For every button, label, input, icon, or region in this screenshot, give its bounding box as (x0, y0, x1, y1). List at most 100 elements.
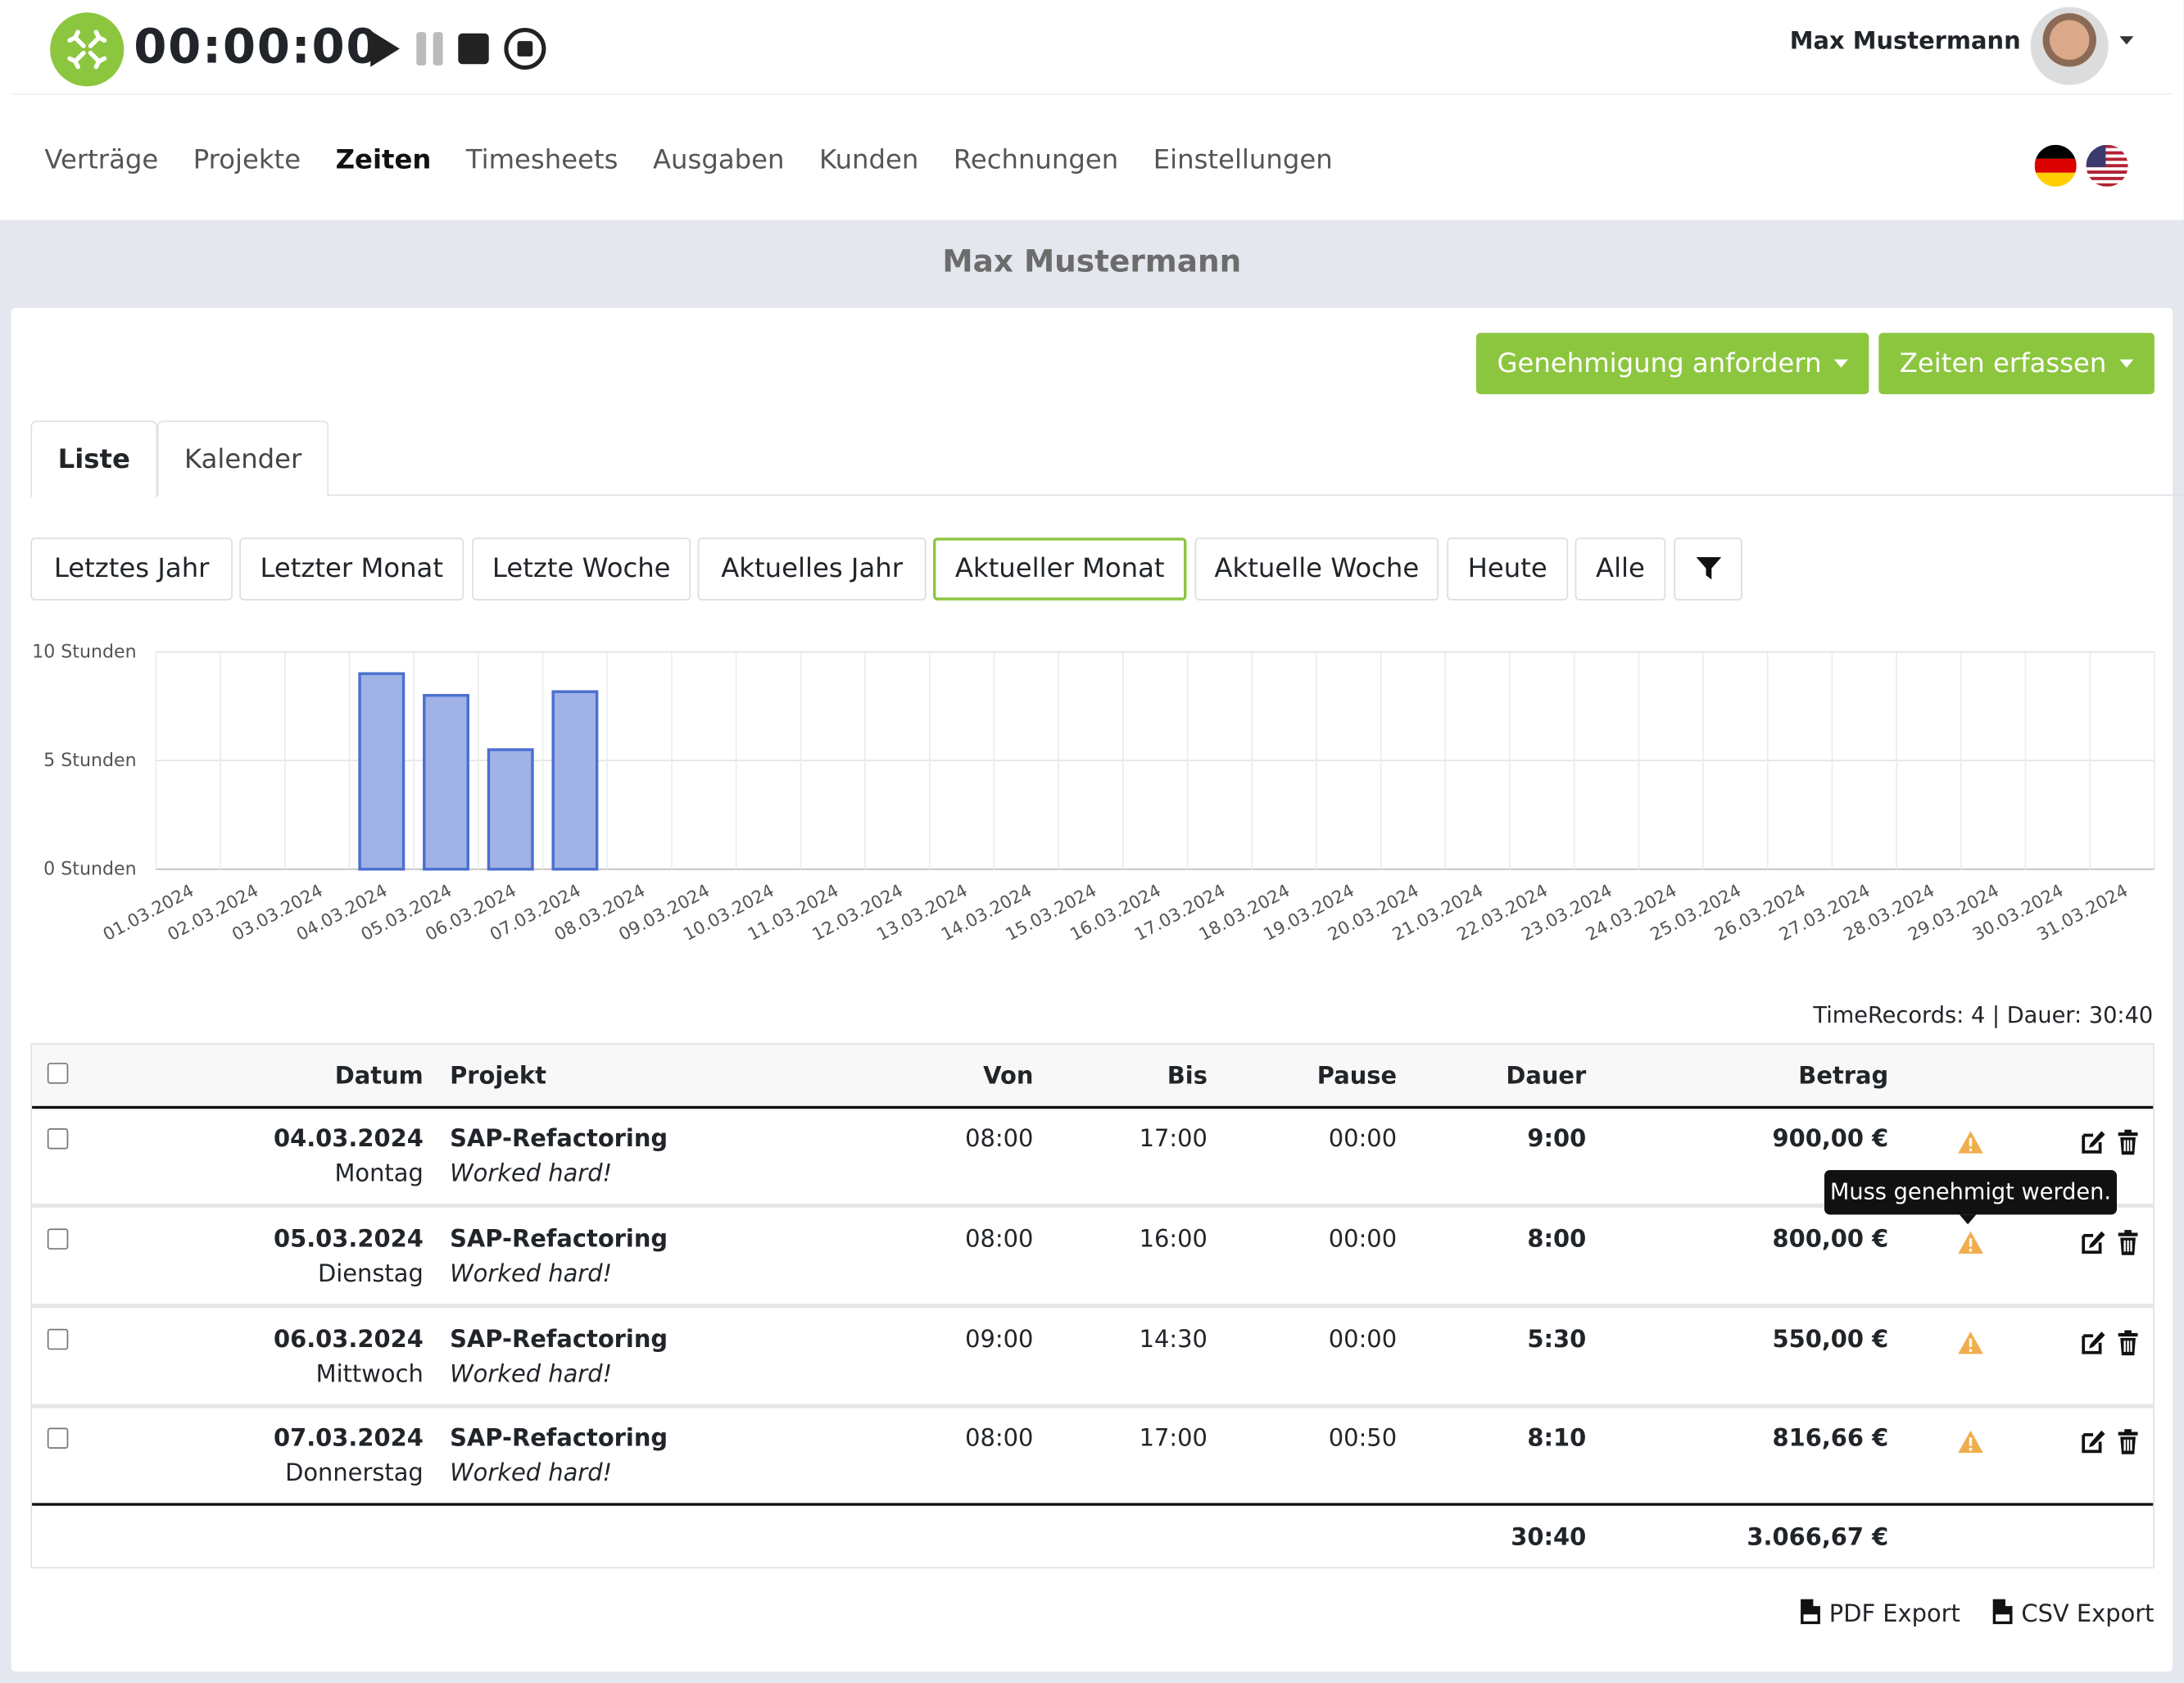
row-betrag: 550,00 € (1772, 1326, 1889, 1354)
record-times-button[interactable]: Zeiten erfassen (1878, 333, 2155, 395)
filter-aktuelle-woche[interactable]: Aktuelle Woche (1194, 538, 1439, 601)
row-note: Worked hard! (450, 1260, 613, 1289)
row-project[interactable]: SAP-Refactoring (450, 1425, 668, 1453)
select-all-checkbox[interactable] (47, 1063, 69, 1084)
warning-icon[interactable] (1957, 1331, 1985, 1356)
trash-icon[interactable] (2114, 1128, 2142, 1156)
warning-icon[interactable] (1957, 1130, 1985, 1155)
header-betrag[interactable]: Betrag (1727, 1063, 1888, 1091)
main-nav: Verträge Projekte Zeiten Timesheets Ausg… (44, 145, 1332, 175)
filter-letztes-jahr[interactable]: Letztes Jahr (30, 538, 233, 601)
row-pause: 00:50 (1328, 1425, 1398, 1454)
pdf-file-icon (1801, 1599, 1820, 1625)
us-flag-icon[interactable] (2086, 144, 2128, 187)
trash-icon[interactable] (2114, 1228, 2142, 1256)
chart-bar (551, 690, 599, 871)
divider (11, 93, 2173, 95)
row-date: 06.03.2024 (273, 1326, 424, 1354)
row-betrag: 900,00 € (1772, 1125, 1889, 1154)
nav-item-zeiten[interactable]: Zeiten (336, 145, 432, 175)
csv-export-link[interactable]: CSV Export (1991, 1599, 2155, 1629)
user-name[interactable]: Max Mustermann (1790, 28, 2021, 56)
trash-icon[interactable] (2114, 1329, 2142, 1357)
hours-bar-chart: 0 Stunden5 Stunden10 Stunden01.03.202402… (32, 641, 2155, 946)
filter-aktuelles-jahr[interactable]: Aktuelles Jahr (697, 538, 927, 601)
stop-icon[interactable] (454, 26, 493, 70)
warning-icon[interactable] (1957, 1429, 1985, 1454)
row-pause: 00:00 (1328, 1125, 1398, 1154)
divider (32, 1503, 2154, 1506)
record-stop-icon[interactable] (503, 26, 547, 70)
tab-liste[interactable]: Liste (30, 420, 158, 497)
filter-button[interactable] (1674, 538, 1742, 601)
row-checkbox[interactable] (47, 1228, 69, 1250)
header-bis[interactable]: Bis (1114, 1063, 1208, 1091)
chart-bar (487, 748, 534, 871)
row-project[interactable]: SAP-Refactoring (450, 1226, 668, 1254)
row-dauer: 8:10 (1527, 1425, 1587, 1454)
avatar[interactable] (2030, 7, 2109, 85)
row-checkbox[interactable] (47, 1427, 69, 1449)
filter-heute[interactable]: Heute (1447, 538, 1569, 601)
header-von[interactable]: Von (947, 1063, 1033, 1091)
row-weekday: Montag (334, 1160, 424, 1189)
row-dauer: 8:00 (1527, 1226, 1587, 1254)
row-bis: 17:00 (1139, 1425, 1208, 1454)
row-von: 08:00 (965, 1425, 1034, 1454)
tab-kalender[interactable]: Kalender (157, 420, 329, 497)
approval-tooltip: Muss genehmigt werden. (1824, 1170, 2117, 1225)
filter-letzter-monat[interactable]: Letzter Monat (239, 538, 464, 601)
row-weekday: Donnerstag (285, 1459, 424, 1488)
edit-icon[interactable] (2079, 1428, 2107, 1456)
header-pause[interactable]: Pause (1295, 1063, 1397, 1091)
tooltip-text: Muss genehmigt werden. (1829, 1178, 2112, 1205)
nav-item-einstellungen[interactable]: Einstellungen (1153, 145, 1333, 175)
page-title: Max Mustermann (942, 245, 1242, 280)
nav-item-ausgaben[interactable]: Ausgaben (653, 145, 785, 175)
nav-item-projekte[interactable]: Projekte (193, 145, 301, 175)
row-project[interactable]: SAP-Refactoring (450, 1126, 668, 1154)
divider (32, 1404, 2154, 1409)
nav-item-vertraege[interactable]: Verträge (44, 145, 158, 175)
pdf-export-label: PDF Export (1828, 1600, 1960, 1629)
csv-export-label: CSV Export (2021, 1600, 2155, 1629)
filter-aktueller-monat[interactable]: Aktueller Monat (933, 538, 1187, 601)
trash-icon[interactable] (2114, 1428, 2142, 1456)
warning-icon[interactable] (1957, 1230, 1985, 1255)
chart-bar (423, 693, 469, 871)
row-betrag: 816,66 € (1772, 1425, 1889, 1454)
row-bis: 14:30 (1139, 1326, 1208, 1354)
edit-icon[interactable] (2079, 1128, 2107, 1156)
edit-icon[interactable] (2079, 1329, 2107, 1357)
play-icon[interactable] (365, 26, 404, 70)
header-datum[interactable]: Datum (279, 1063, 424, 1091)
row-checkbox[interactable] (47, 1328, 69, 1350)
filter-letzte-woche[interactable]: Letzte Woche (472, 538, 691, 601)
pause-icon[interactable] (414, 26, 447, 70)
filter-alle[interactable]: Alle (1575, 538, 1666, 601)
funnel-icon (1695, 557, 1721, 580)
row-checkbox[interactable] (47, 1128, 69, 1150)
nexus-logo-icon[interactable] (50, 12, 125, 87)
row-bis: 16:00 (1139, 1226, 1208, 1254)
pdf-export-link[interactable]: PDF Export (1799, 1599, 1960, 1629)
divider (32, 1105, 2154, 1109)
chart-bar (358, 672, 406, 871)
row-dauer: 5:30 (1527, 1326, 1587, 1354)
chevron-down-icon[interactable] (2119, 36, 2134, 45)
record-times-label: Zeiten erfassen (1899, 348, 2107, 379)
row-note: Worked hard! (450, 1160, 613, 1189)
row-betrag: 800,00 € (1772, 1226, 1889, 1254)
header-dauer[interactable]: Dauer (1476, 1063, 1586, 1091)
header-projekt[interactable]: Projekt (450, 1063, 546, 1091)
nav-item-rechnungen[interactable]: Rechnungen (954, 145, 1118, 175)
row-dauer: 9:00 (1527, 1125, 1587, 1154)
nav-item-timesheets[interactable]: Timesheets (466, 145, 618, 175)
total-dauer: 30:40 (1511, 1523, 1587, 1552)
row-pause: 00:00 (1328, 1326, 1398, 1354)
row-project[interactable]: SAP-Refactoring (450, 1326, 668, 1354)
edit-icon[interactable] (2079, 1228, 2107, 1256)
de-flag-icon[interactable] (2034, 144, 2077, 187)
nav-item-kunden[interactable]: Kunden (819, 145, 918, 175)
request-approval-button[interactable]: Genehmigung anfordern (1476, 333, 1869, 395)
